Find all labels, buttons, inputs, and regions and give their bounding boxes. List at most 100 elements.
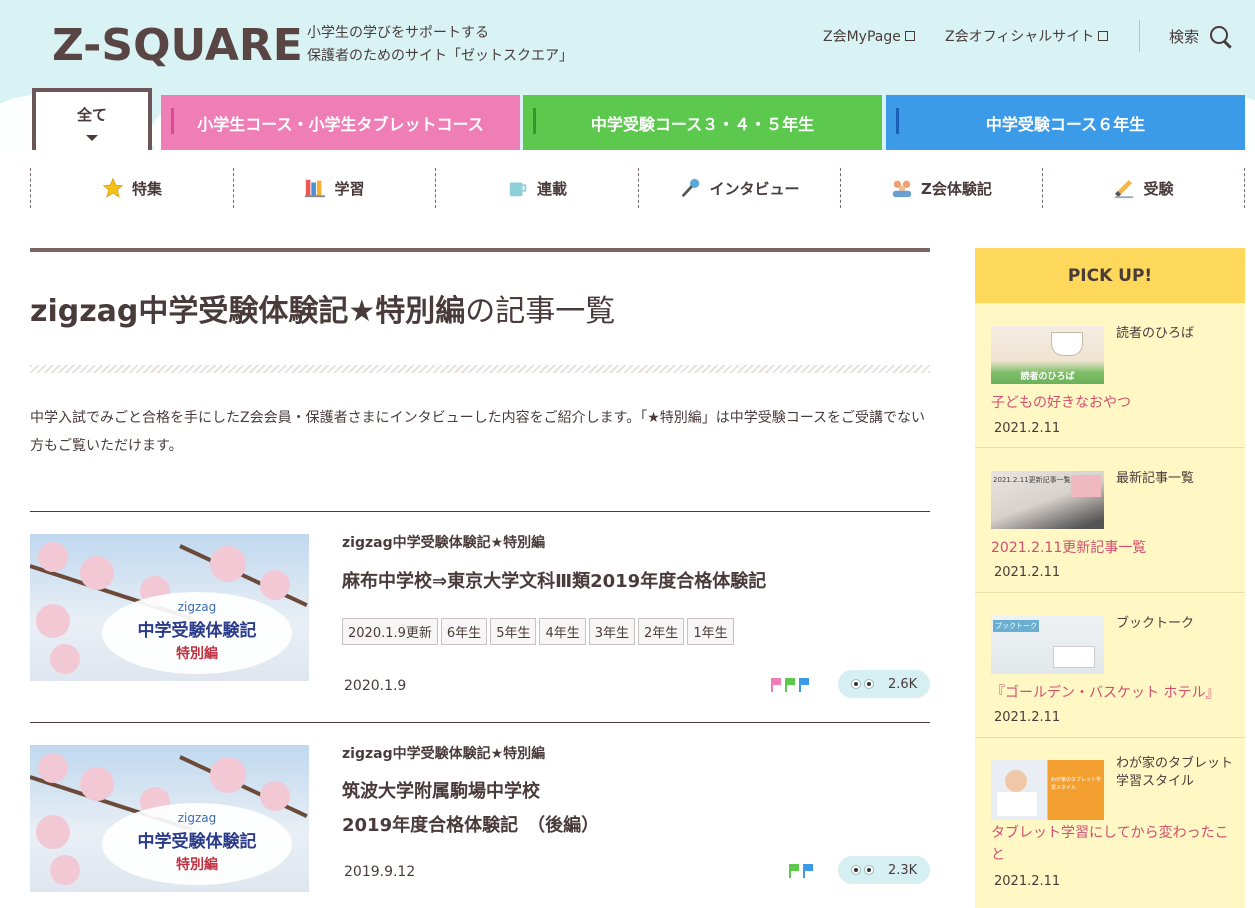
pickup-title[interactable]: 2021.2.11更新記事一覧 <box>991 537 1236 559</box>
pickup-category: ブックトーク <box>1116 616 1195 631</box>
pickup-date: 2021.2.11 <box>994 421 1061 436</box>
nav-item-exam-label: 受験 <box>1143 179 1174 198</box>
pickup-thumbnail[interactable]: 読者のひろば <box>991 326 1104 384</box>
tagline-line2: 保護者のためのサイト「ゼットスクエア」 <box>307 48 573 64</box>
thumbnail-caption: zigzag 中学受験体験記 特別編 <box>102 803 292 885</box>
article-title[interactable]: 麻布中学校⇒東京大学文科Ⅲ類2019年度合格体験記 <box>342 565 766 599</box>
nav-item-interview[interactable]: インタビュー <box>638 168 840 208</box>
tag[interactable]: 5年生 <box>490 618 537 645</box>
site-logo[interactable]: Z-SQUARE <box>52 20 303 71</box>
tag[interactable]: 2年生 <box>638 618 685 645</box>
nav-item-study[interactable]: 学習 <box>233 168 435 208</box>
nav-item-exam[interactable]: 受験 <box>1042 168 1245 208</box>
pickup-thumbnail[interactable]: わが家のタブレット学習スタイル <box>991 760 1104 820</box>
header-divider <box>1139 20 1140 52</box>
tag[interactable]: 4年生 <box>539 618 586 645</box>
pickup-item[interactable]: ブックトーク ブックトーク 『ゴールデン・バスケット ホテル』 2021.2.1… <box>975 593 1245 738</box>
site-header: Z-SQUARE 小学生の学びをサポートする 保護者のためのサイト「ゼットスクエ… <box>0 0 1255 150</box>
course-flags <box>771 678 809 692</box>
tag[interactable]: 3年生 <box>588 618 636 645</box>
pickup-category: 読者のひろば <box>1116 326 1195 341</box>
tab-elementary[interactable]: 小学生コース・小学生タブレットコース <box>161 95 520 150</box>
article-category[interactable]: zigzag中学受験体験記★特別編 <box>342 743 545 763</box>
books-icon <box>305 179 326 198</box>
nav-item-feature-label: 特集 <box>131 179 162 198</box>
flag-icon <box>896 108 899 134</box>
microphone-icon <box>682 178 700 198</box>
pickup-date: 2021.2.11 <box>994 710 1061 725</box>
pencil-icon <box>1115 179 1134 199</box>
site-tagline: 小学生の学びをサポートする 保護者のためのサイト「ゼットスクエア」 <box>307 22 573 68</box>
external-link-icon <box>1098 31 1109 41</box>
tab-juken-345[interactable]: 中学受験コース３・４・５年生 <box>523 95 882 150</box>
page-title-name: zigzag中学受験体験記★特別編 <box>30 294 466 329</box>
course-flags <box>789 864 813 878</box>
tab-juken-6-label: 中学受験コース６年生 <box>985 114 1146 134</box>
article-title[interactable]: 筑波大学附属駒場中学校 2019年度合格体験記 （後編） <box>342 775 599 843</box>
thumbnail-subtitle: 特別編 <box>176 857 218 873</box>
divider <box>30 722 930 723</box>
divider <box>30 511 930 512</box>
pickup-category: わが家のタブレット学習スタイル <box>1116 756 1234 789</box>
eyes-icon <box>851 679 874 689</box>
nav-item-series[interactable]: 連載 <box>435 168 638 208</box>
article-thumbnail[interactable]: zigzag 中学受験体験記 特別編 <box>30 534 309 681</box>
article-date: 2019.9.12 <box>344 864 416 880</box>
blue-flag-icon <box>803 864 813 878</box>
decorative-stripe <box>30 365 930 373</box>
nav-item-feature[interactable]: 特集 <box>30 168 233 208</box>
pickup-item[interactable]: 2021.2.11更新記事一覧 最新記事一覧 2021.2.11更新記事一覧 2… <box>975 448 1245 593</box>
pickup-title[interactable]: 『ゴールデン・バスケット ホテル』 <box>991 682 1236 704</box>
nav-item-study-label: 学習 <box>334 179 365 198</box>
view-count-value: 2.6K <box>888 676 918 692</box>
pickup-date: 2021.2.11 <box>994 565 1061 580</box>
thumbnail-subtitle: 特別編 <box>176 646 218 662</box>
tag[interactable]: 2020.1.9更新 <box>342 618 438 645</box>
view-count: 2.6K <box>838 670 930 698</box>
pink-flag-icon <box>771 678 781 692</box>
article-thumbnail[interactable]: zigzag 中学受験体験記 特別編 <box>30 745 309 892</box>
pickup-item[interactable]: 読者のひろば 読者のひろば 子どもの好きなおやつ 2021.2.11 <box>975 303 1245 448</box>
pickup-thumbnail[interactable]: 2021.2.11更新記事一覧 <box>991 471 1104 529</box>
pickup-heading: PICK UP! <box>975 248 1245 303</box>
pickup-title[interactable]: 子どもの好きなおやつ <box>991 392 1236 414</box>
search-icon[interactable] <box>1210 26 1228 44</box>
article-category[interactable]: zigzag中学受験体験記★特別編 <box>342 532 545 552</box>
official-site-link[interactable]: Z会オフィシャルサイト <box>945 26 1109 46</box>
pickup-date: 2021.2.11 <box>994 874 1061 889</box>
pickup-item[interactable]: わが家のタブレット学習スタイル わが家のタブレット学習スタイル タブレット学習に… <box>975 738 1245 889</box>
tab-juken-345-label: 中学受験コース３・４・５年生 <box>590 114 815 134</box>
pickup-thumbnail-caption: 読者のひろば <box>1020 372 1075 382</box>
official-site-link-label: Z会オフィシャルサイト <box>945 29 1095 45</box>
people-icon <box>892 180 912 198</box>
search-button[interactable]: 検索 <box>1169 26 1199 47</box>
pickup-thumbnail-caption: 2021.2.11更新記事一覧 <box>993 476 1071 484</box>
article-tags: 2020.1.9更新 6年生 5年生 4年生 3年生 2年生 1年生 <box>342 618 734 645</box>
page-title-suffix: の記事一覧 <box>465 294 616 329</box>
tag[interactable]: 1年生 <box>687 618 734 645</box>
star-icon <box>102 177 124 198</box>
article-title-line1: 筑波大学附属駒場中学校 <box>342 781 540 802</box>
mypage-link-label: Z会MyPage <box>823 29 901 45</box>
tab-all[interactable]: 全て <box>32 88 152 150</box>
tab-elementary-label: 小学生コース・小学生タブレットコース <box>197 114 484 134</box>
tag[interactable]: 6年生 <box>440 618 488 645</box>
mypage-link[interactable]: Z会MyPage <box>823 26 915 46</box>
nav-item-interview-label: インタビュー <box>709 179 800 198</box>
page-title: zigzag中学受験体験記★特別編の記事一覧 <box>30 286 615 330</box>
pickup-title[interactable]: タブレット学習にしてから変わったこと <box>991 822 1236 866</box>
thumbnail-brand: zigzag <box>177 600 217 614</box>
pickup-category: 最新記事一覧 <box>1116 471 1195 486</box>
chevron-down-icon <box>86 134 98 141</box>
green-flag-icon <box>789 864 799 878</box>
flag-icon <box>171 108 174 134</box>
article-date: 2020.1.9 <box>344 678 407 694</box>
pickup-thumbnail[interactable]: ブックトーク <box>991 616 1104 674</box>
eyes-icon <box>851 865 874 875</box>
nav-item-zkai-experience[interactable]: Z会体験記 <box>840 168 1042 208</box>
mug-icon <box>509 182 527 197</box>
article-title-line2: 2019年度合格体験記 （後編） <box>342 815 600 836</box>
pickup-thumbnail-caption: ブックトーク <box>993 620 1039 632</box>
view-count: 2.3K <box>838 856 930 884</box>
tab-juken-6[interactable]: 中学受験コース６年生 <box>886 95 1245 150</box>
